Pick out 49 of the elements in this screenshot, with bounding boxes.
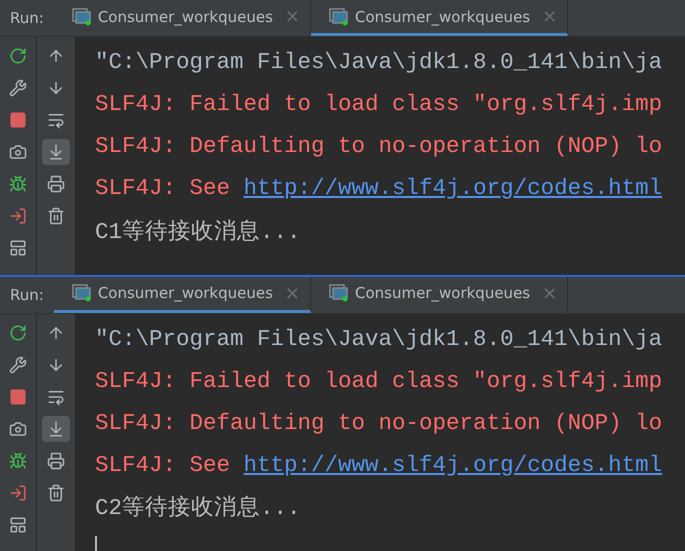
trash-icon[interactable] (47, 207, 65, 225)
console-line: "C:\Program Files\Java\jdk1.8.0_141\bin\ja (95, 326, 662, 352)
printer-icon[interactable] (47, 175, 65, 193)
camera-icon[interactable] (9, 143, 27, 161)
console-link[interactable]: http://www.slf4j.org/codes.html (244, 452, 662, 478)
exit-icon[interactable] (9, 484, 27, 502)
rerun-icon[interactable] (9, 47, 27, 65)
toggle-button[interactable] (42, 416, 70, 442)
console-line: SLF4J: Defaulting to no-operation (NOP) lo (95, 133, 662, 159)
bug-icon[interactable] (9, 452, 27, 470)
tab-label: Consumer_workqueues (98, 8, 273, 26)
console-icon (72, 284, 92, 302)
console-line: "C:\Program Files\Java\jdk1.8.0_141\bin\ja (95, 49, 662, 75)
stop-icon[interactable] (9, 388, 27, 406)
console-line: SLF4J: Failed to load class "org.slf4j.imp (95, 91, 662, 117)
exit-icon[interactable] (9, 207, 27, 225)
console-line: C1等待接收消息... (95, 218, 301, 246)
wrench-icon[interactable] (9, 79, 27, 97)
tab-label: Consumer_workqueues (98, 284, 273, 302)
tab-label: Consumer_workqueues (355, 8, 530, 26)
camera-icon[interactable] (9, 420, 27, 438)
console-icon (72, 8, 92, 26)
console-line: SLF4J: See (95, 452, 232, 478)
wrench-icon[interactable] (9, 356, 27, 374)
console-line: SLF4J: See (95, 175, 232, 201)
printer-icon[interactable] (47, 452, 65, 470)
bug-icon[interactable] (9, 175, 27, 193)
layout-icon[interactable] (9, 516, 27, 534)
wrap-icon[interactable] (47, 111, 65, 129)
stop-icon[interactable] (9, 111, 27, 129)
run-tab[interactable]: Consumer_workqueues × (54, 0, 312, 36)
console-icon (329, 8, 350, 26)
console-link[interactable]: http://www.slf4j.org/codes.html (244, 175, 662, 201)
console-line: C2等待接收消息... (95, 494, 301, 522)
console-line: SLF4J: Defaulting to no-operation (NOP) lo (95, 410, 662, 436)
toggle-button[interactable] (42, 139, 70, 165)
scroll-to-end-icon[interactable] (47, 143, 65, 161)
run-tab[interactable]: Consumer_workqueues × (311, 276, 568, 312)
run-label: Run: (9, 8, 45, 29)
down-arrow-icon[interactable] (47, 79, 65, 97)
rerun-icon[interactable] (9, 324, 27, 342)
scroll-to-end-icon[interactable] (47, 420, 65, 438)
console-line: SLF4J: Failed to load class "org.slf4j.imp (95, 368, 662, 394)
layout-icon[interactable] (9, 239, 27, 257)
tab-label: Consumer_workqueues (355, 284, 530, 302)
run-label: Run: (9, 284, 45, 306)
trash-icon[interactable] (47, 484, 65, 502)
console-icon (329, 284, 350, 302)
text-cursor (95, 536, 97, 551)
